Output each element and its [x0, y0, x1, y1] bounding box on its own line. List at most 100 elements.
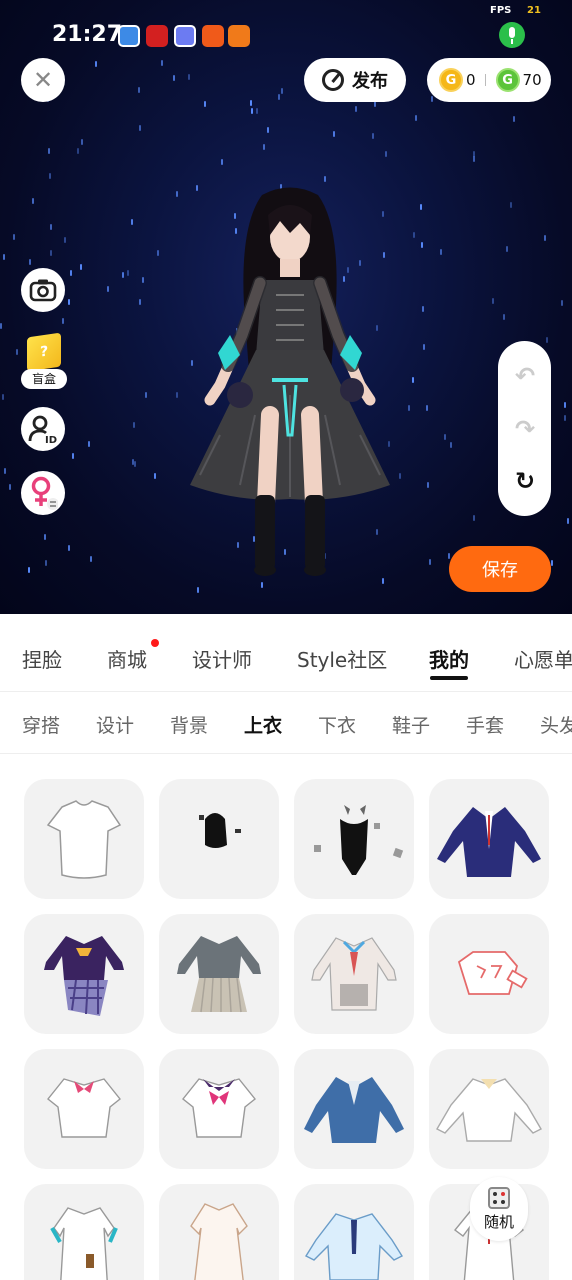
camera-button[interactable] — [21, 268, 65, 312]
camera-icon — [29, 279, 57, 302]
clothing-item-card[interactable] — [294, 914, 414, 1034]
background-star — [506, 246, 508, 252]
cream-dress-image — [190, 1203, 248, 1280]
background-star — [429, 559, 431, 565]
microphone-icon[interactable] — [499, 22, 525, 48]
clothing-item-card[interactable] — [294, 1049, 414, 1169]
background-star — [564, 402, 566, 408]
purple-plaid-dress-image — [44, 936, 124, 1016]
background-star — [81, 139, 83, 145]
background-star — [68, 299, 70, 305]
background-star — [221, 159, 223, 165]
subtab-design[interactable]: 设计 — [96, 711, 134, 738]
white-tshirt-image — [46, 800, 122, 879]
background-star — [415, 115, 417, 121]
main-tab-bar: 捏脸 商城 设计师 Style社区 我的 心愿单 — [0, 614, 572, 692]
background-star — [72, 453, 74, 459]
background-star — [444, 434, 446, 440]
tab-wishlist[interactable]: 心愿单 — [514, 644, 572, 673]
subtab-outfit[interactable]: 穿搭 — [22, 711, 60, 738]
subtab-tops[interactable]: 上衣 — [244, 711, 282, 738]
background-star — [3, 254, 5, 260]
clothing-item-card[interactable] — [24, 1049, 144, 1169]
undo-icon[interactable]: ↶ — [512, 362, 538, 390]
avatar-character[interactable] — [180, 185, 400, 585]
white-blouse-bow-image — [47, 1078, 121, 1138]
clothing-item-card[interactable] — [429, 779, 549, 899]
clothing-item-card[interactable] — [159, 1184, 279, 1280]
background-star — [4, 468, 6, 474]
clothing-item-card[interactable] — [159, 914, 279, 1034]
tab-mine[interactable]: 我的 — [429, 644, 469, 673]
redo-icon[interactable]: ↷ — [512, 415, 538, 443]
tab-shop[interactable]: 商城 — [107, 644, 147, 673]
background-star — [278, 94, 280, 100]
avatar-id-button[interactable]: ID — [21, 407, 65, 451]
background-star — [431, 96, 433, 102]
publish-icon — [322, 69, 344, 91]
status-bar: 21:27 FPS 21 — [0, 0, 572, 54]
blue-jacket-image — [304, 1077, 404, 1143]
gender-switch-button[interactable] — [21, 471, 65, 515]
background-star — [131, 219, 133, 225]
background-star — [427, 482, 429, 488]
black-bodysuit-image — [314, 805, 404, 875]
clothing-item-card[interactable] — [24, 779, 144, 899]
background-star — [448, 553, 450, 559]
background-star — [385, 151, 387, 157]
random-button[interactable]: 随机 — [470, 1177, 528, 1241]
tab-style-community[interactable]: Style社区 — [297, 644, 387, 673]
background-star — [250, 100, 252, 106]
background-star — [28, 567, 30, 573]
save-button[interactable]: 保存 — [449, 546, 551, 592]
app-notification-icon — [202, 25, 224, 47]
app-notification-icon — [118, 25, 140, 47]
close-button[interactable]: ✕ — [21, 58, 65, 102]
active-tab-indicator — [430, 676, 468, 680]
currency-balance[interactable]: G 0 G 70 — [427, 58, 551, 102]
clothing-item-card[interactable] — [294, 1184, 414, 1280]
clothing-item-card[interactable] — [429, 914, 549, 1034]
background-star — [450, 442, 452, 448]
background-star — [503, 314, 505, 320]
clock: 21:27 — [52, 22, 123, 47]
sailor-blouse-image — [182, 1078, 256, 1138]
subtab-gloves[interactable]: 手套 — [466, 711, 504, 738]
tab-designer[interactable]: 设计师 — [192, 644, 252, 673]
background-star — [48, 148, 50, 154]
background-star — [546, 337, 548, 343]
background-star — [426, 405, 428, 411]
white-dress-image — [50, 1207, 118, 1280]
subtab-background[interactable]: 背景 — [170, 711, 208, 738]
reset-icon[interactable]: ↻ — [512, 467, 538, 495]
white-ruffle-blouse-image — [436, 1078, 542, 1142]
blind-box-button[interactable]: ? 盲盒 — [21, 332, 69, 389]
background-star — [127, 270, 129, 276]
clothing-item-card[interactable] — [24, 1184, 144, 1280]
gold-coin-icon: G — [439, 68, 463, 92]
background-star — [2, 394, 4, 400]
background-star — [561, 300, 563, 306]
background-star — [154, 473, 156, 479]
clothing-item-card[interactable] — [294, 779, 414, 899]
subtab-bottoms[interactable]: 下衣 — [318, 711, 356, 738]
background-star — [324, 176, 326, 182]
tab-face[interactable]: 捏脸 — [22, 644, 62, 673]
background-star — [420, 204, 422, 210]
close-icon: ✕ — [32, 66, 54, 94]
publish-button[interactable]: 发布 — [304, 58, 406, 102]
subtab-shoes[interactable]: 鞋子 — [392, 711, 430, 738]
subtab-hair[interactable]: 头发 — [540, 711, 572, 738]
background-star — [62, 318, 64, 324]
background-star — [412, 377, 414, 383]
clothing-item-card[interactable] — [24, 914, 144, 1034]
user-id-icon: ID — [28, 415, 57, 444]
divider — [484, 74, 486, 86]
background-star — [473, 156, 475, 162]
background-star — [0, 323, 2, 329]
svg-text:ID: ID — [45, 435, 57, 444]
clothing-item-card[interactable] — [159, 1049, 279, 1169]
clothing-item-card[interactable] — [159, 779, 279, 899]
background-star — [421, 242, 423, 248]
clothing-item-card[interactable] — [429, 1049, 549, 1169]
